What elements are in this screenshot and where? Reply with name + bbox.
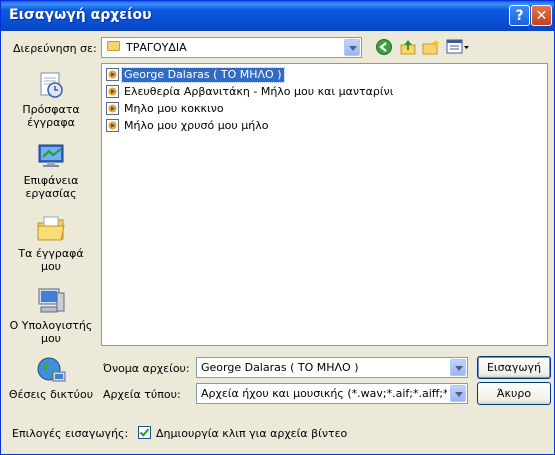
import-options-label: Επιλογές εισαγωγής: bbox=[12, 427, 129, 440]
folder-icon bbox=[107, 41, 120, 51]
up-folder-icon[interactable] bbox=[399, 38, 417, 56]
cancel-button[interactable]: Άκυρο bbox=[477, 382, 551, 405]
file-name-label: Όνομα αρχείου: bbox=[103, 362, 190, 375]
file-name-value: George Dalaras ( ΤΟ ΜΗΛΟ ) bbox=[201, 361, 359, 374]
place-desktop[interactable]: Επιφάνεια εργασίας bbox=[8, 140, 94, 200]
place-my-computer[interactable]: Ο Υπολογιστής μου bbox=[8, 285, 94, 345]
file-name: Ελευθερία Αρβανιτάκη - Μήλο μου και μαντ… bbox=[124, 85, 394, 98]
chevron-down-icon[interactable] bbox=[450, 359, 466, 376]
close-button[interactable]: ✕ bbox=[531, 5, 552, 26]
file-name-input[interactable]: George Dalaras ( ΤΟ ΜΗΛΟ ) bbox=[196, 357, 468, 378]
import-button[interactable]: Εισαγωγή bbox=[477, 356, 551, 379]
file-type-dropdown[interactable]: Αρχεία ήχου και μουσικής (*.wav;*.aif;*.… bbox=[196, 383, 468, 404]
chevron-down-icon[interactable] bbox=[344, 39, 360, 56]
place-label: Επιφάνεια εργασίας bbox=[23, 174, 79, 200]
look-in-label: Διερεύνηση σε: bbox=[13, 42, 97, 55]
audio-file-icon bbox=[106, 119, 119, 132]
place-label: Τα έγγραφά μου bbox=[18, 247, 84, 273]
create-video-clips-label[interactable]: Δημιουργία κλιπ για αρχεία βίντεο bbox=[156, 427, 347, 440]
place-label: Πρόσφατα έγγραφα bbox=[22, 103, 80, 129]
file-list[interactable]: George Dalaras ( ΤΟ ΜΗΛΟ ) Ελευθερία Αρβ… bbox=[101, 63, 548, 346]
chevron-down-icon[interactable] bbox=[450, 385, 466, 402]
my-documents-icon bbox=[37, 216, 65, 241]
place-network-places[interactable]: Θέσεις δικτύου bbox=[8, 354, 94, 401]
place-recent-documents[interactable]: Πρόσφατα έγγραφα bbox=[8, 69, 94, 129]
audio-file-icon bbox=[106, 102, 119, 115]
file-type-label: Αρχεία τύπου: bbox=[103, 388, 181, 401]
title-bar[interactable]: Εισαγωγή αρχείου ? ✕ bbox=[1, 1, 554, 31]
look-in-dropdown[interactable]: ΤΡΑΓΟΥΔΙΑ bbox=[101, 37, 362, 58]
import-file-dialog: Εισαγωγή αρχείου ? ✕ Διερεύνηση σε: ΤΡΑΓ… bbox=[0, 0, 555, 455]
help-button[interactable]: ? bbox=[509, 5, 530, 26]
window-title: Εισαγωγή αρχείου bbox=[9, 7, 152, 23]
my-computer-icon bbox=[38, 288, 65, 313]
file-name: Μήλο μου χρυσό μου μήλο bbox=[124, 119, 269, 132]
file-name: Μηλο μου κοκκινο bbox=[124, 102, 224, 115]
network-places-icon bbox=[37, 357, 66, 382]
audio-file-icon bbox=[106, 85, 119, 98]
create-video-clips-checkbox[interactable] bbox=[138, 426, 151, 439]
new-folder-icon[interactable] bbox=[422, 38, 440, 56]
desktop-icon bbox=[38, 144, 64, 167]
audio-file-icon bbox=[106, 68, 119, 81]
back-icon[interactable] bbox=[375, 38, 393, 56]
recent-documents-icon bbox=[40, 72, 63, 98]
file-name: George Dalaras ( ΤΟ ΜΗΛΟ ) bbox=[121, 67, 285, 83]
file-type-value: Αρχεία ήχου και μουσικής (*.wav;*.aif;*.… bbox=[201, 387, 447, 400]
place-label: Θέσεις δικτύου bbox=[8, 388, 94, 401]
place-my-documents[interactable]: Τα έγγραφά μου bbox=[8, 213, 94, 273]
place-label: Ο Υπολογιστής μου bbox=[9, 319, 93, 345]
places-bar: Πρόσφατα έγγραφα Επιφάνεια εργασίας Τα έ… bbox=[8, 64, 94, 404]
views-menu-icon[interactable] bbox=[446, 38, 470, 56]
look-in-value: ΤΡΑΓΟΥΔΙΑ bbox=[126, 41, 187, 54]
